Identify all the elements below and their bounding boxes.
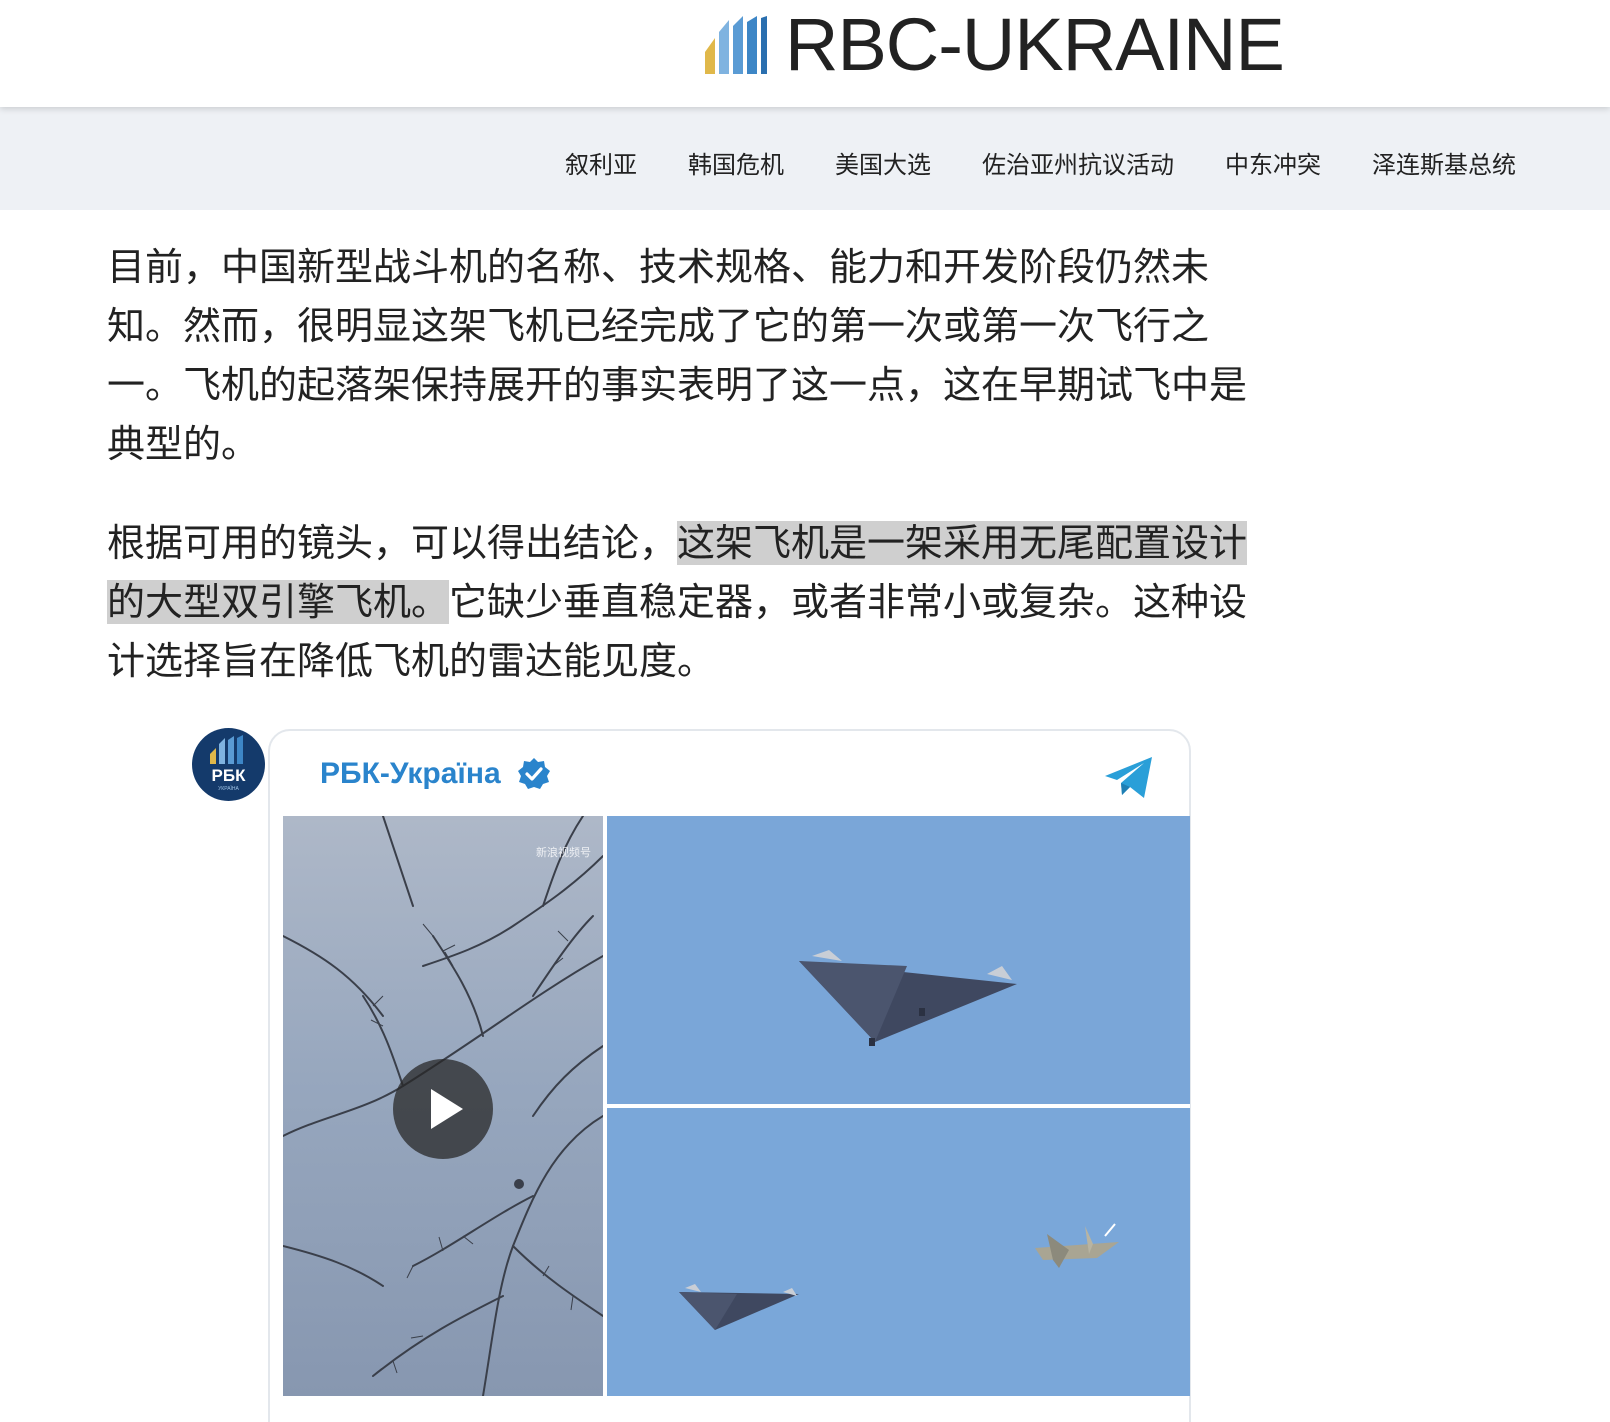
paragraph-text: 根据可用的镜头，可以得出结论， [107, 521, 678, 565]
nav-item-syria[interactable]: 叙利亚 [565, 145, 637, 180]
embed-media-grid: 新浪视频号 [283, 816, 1190, 1396]
aircraft-photo-2[interactable] [607, 1108, 1190, 1396]
logo-text: RBC-UKRAINE [785, 3, 1285, 86]
rbc-logo-icon [705, 16, 767, 74]
channel-name[interactable]: РБК-Україна [320, 757, 501, 791]
video-thumbnail[interactable]: 新浪视频号 [283, 816, 603, 1396]
avatar-subtext: УКРАЇНА [218, 786, 239, 792]
article-paragraph-1: 目前，中国新型战斗机的名称、技术规格、能力和开发阶段仍然未知。然而，很明显这架飞… [107, 245, 1248, 466]
article-paragraph-2: 根据可用的镜头，可以得出结论，这架飞机是一架采用无尾配置设计的大型双引擎飞机。它… [107, 514, 1257, 691]
two-aircraft-image [679, 1223, 1119, 1330]
nav-list: 叙利亚 韩国危机 美国大选 佐治亚州抗议活动 中东冲突 泽连斯基总统 [565, 145, 1516, 180]
aircraft-photo-1[interactable] [607, 816, 1190, 1104]
nav-item-korea-crisis[interactable]: 韩国危机 [688, 145, 784, 180]
verified-badge-icon [517, 758, 550, 789]
nav-item-middle-east[interactable]: 中东冲突 [1225, 145, 1321, 180]
nav-item-zelensky[interactable]: 泽连斯基总统 [1372, 145, 1516, 180]
nav-item-us-election[interactable]: 美国大选 [835, 145, 931, 180]
tailless-aircraft-image [799, 950, 1017, 1046]
nav-item-georgia-protests[interactable]: 佐治亚州抗议活动 [982, 145, 1174, 180]
video-watermark: 新浪视频号 [536, 846, 591, 859]
telegram-icon[interactable] [1103, 755, 1155, 801]
site-header: RBC-UKRAINE [0, 0, 1610, 107]
site-logo[interactable]: RBC-UKRAINE [705, 3, 1285, 86]
play-button[interactable] [393, 1059, 493, 1159]
play-icon [431, 1089, 463, 1129]
article-body: 目前，中国新型战斗机的名称、技术规格、能力和开发阶段仍然未知。然而，很明显这架飞… [107, 238, 1257, 731]
embed-header: РБК-Україна [320, 757, 551, 791]
channel-avatar[interactable]: РБК УКРАЇНА [192, 728, 265, 801]
topic-navbar: 叙利亚 韩国危机 美国大选 佐治亚州抗议活动 中东冲突 泽连斯基总统 [0, 107, 1610, 210]
avatar-text: РБК [211, 766, 246, 785]
